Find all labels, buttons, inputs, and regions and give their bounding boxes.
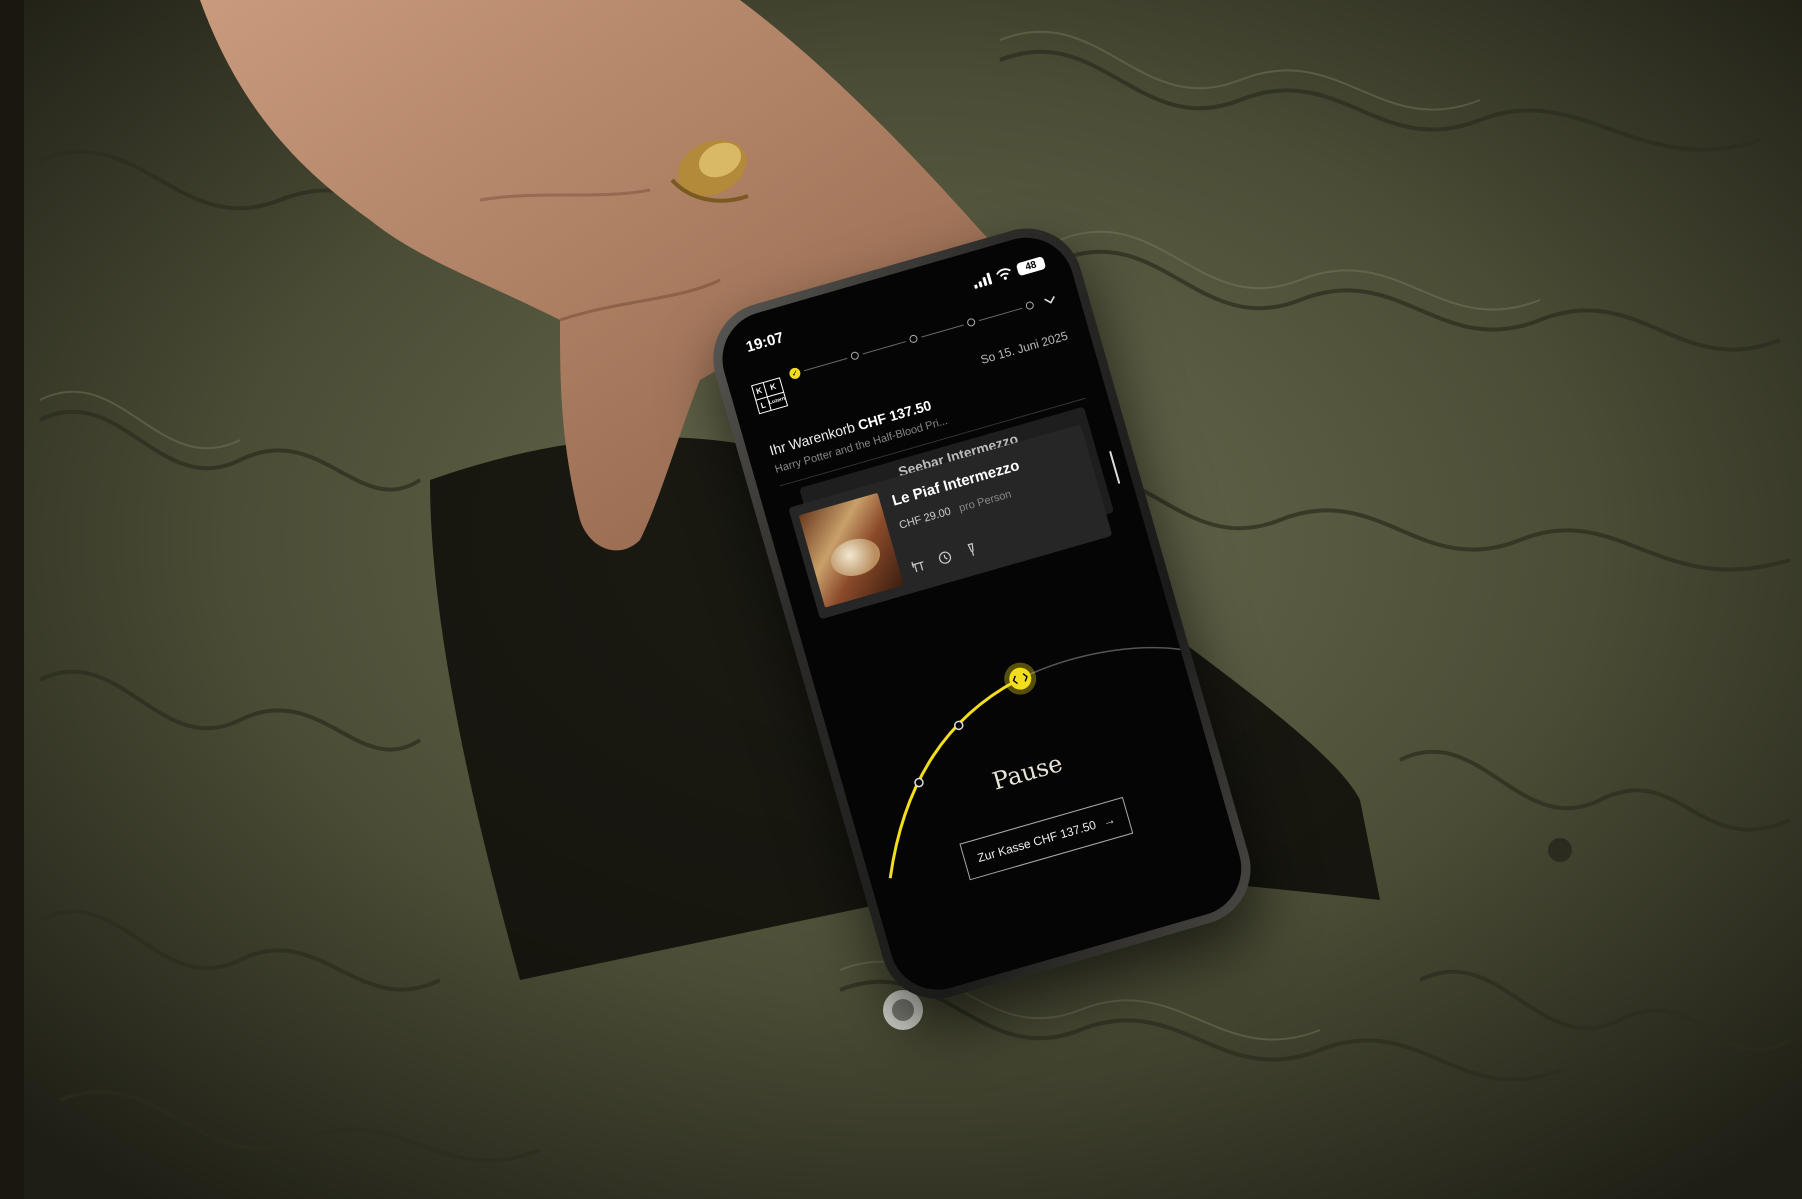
price-unit: pro Person — [957, 488, 1013, 515]
table-icon — [911, 561, 924, 573]
drink-icon — [967, 542, 975, 556]
signal-icon — [972, 271, 993, 289]
step-indicator[interactable] — [1024, 300, 1035, 311]
offer-feature-icons — [909, 541, 980, 574]
timeline-handle[interactable] — [1000, 659, 1040, 699]
kkl-logo[interactable]: K K L Luzern — [751, 377, 789, 415]
logo-wordmark: Luzern — [767, 392, 787, 410]
price-value: CHF 29.00 — [897, 505, 953, 532]
step-connector — [862, 340, 906, 355]
battery-icon: 48 — [1015, 256, 1047, 277]
step-connector — [803, 357, 848, 371]
status-time: 19:07 — [744, 329, 786, 356]
step-connector — [978, 307, 1023, 321]
step-complete-check-icon[interactable]: ✓ — [787, 366, 802, 380]
step-indicator[interactable] — [849, 350, 860, 361]
status-icons: 48 — [972, 256, 1047, 289]
food-image — [798, 492, 904, 608]
step-connector — [920, 324, 964, 338]
photo-scene: 19:07 48 K K L Luzern ✓ So 15. Juni 2025… — [0, 0, 1802, 1199]
wifi-icon — [996, 267, 1011, 280]
chevron-down-icon[interactable] — [1041, 291, 1058, 308]
clock-icon — [938, 551, 952, 564]
step-indicator[interactable] — [908, 334, 918, 344]
arrow-right-icon: → — [1101, 812, 1117, 829]
step-indicator[interactable] — [966, 317, 977, 328]
scroll-indicator[interactable] — [1109, 450, 1121, 485]
